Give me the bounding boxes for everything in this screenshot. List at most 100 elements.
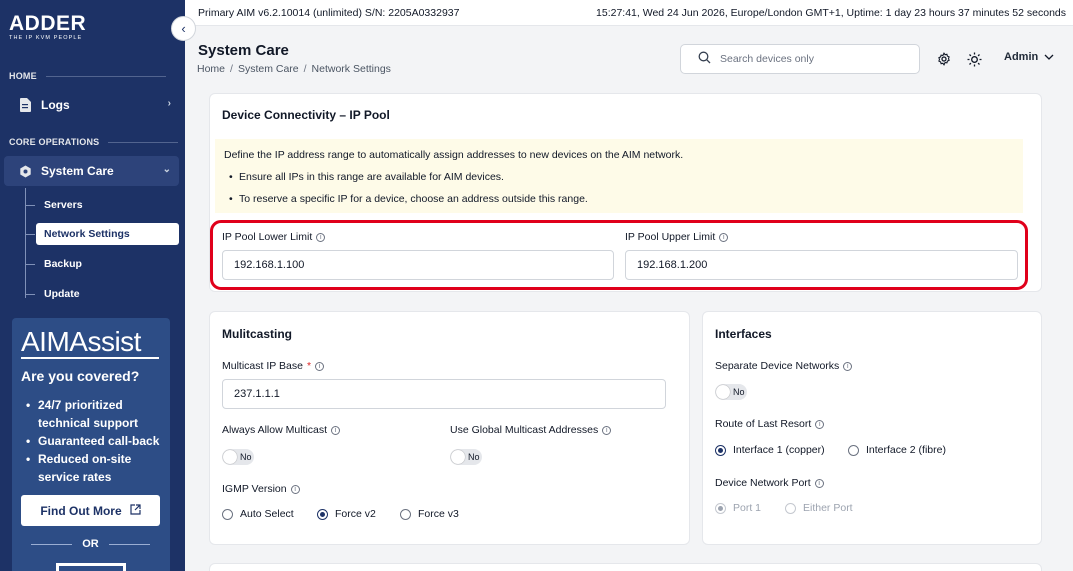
igmp-force-v3-radio[interactable]: Force v3	[400, 508, 459, 520]
sidebar-item-logs-label: Logs	[41, 98, 70, 112]
device-network-port-label-text: Device Network Port	[715, 477, 811, 489]
route-last-resort-label-text: Route of Last Resort	[715, 418, 812, 430]
external-link-icon	[130, 503, 141, 518]
info-icon[interactable]: i	[290, 484, 300, 494]
toggle-label: No	[733, 387, 745, 397]
info-icon[interactable]: i	[815, 419, 825, 429]
adder-logo[interactable]: ADDER THE IP KVM PEOPLE	[9, 12, 87, 41]
user-name: Admin	[1004, 51, 1039, 63]
toggle-knob	[716, 385, 730, 399]
ip-pool-highlight	[210, 220, 1028, 290]
radio-dot	[715, 444, 726, 456]
promo-heading: Are you covered?	[21, 368, 140, 384]
always-allow-label: Always Allow Multicast i	[222, 424, 341, 436]
info-icon[interactable]: i	[602, 425, 612, 435]
document-icon	[18, 98, 32, 112]
radio-dot	[317, 508, 328, 520]
info-bullet: To reserve a specific IP for a device, c…	[224, 193, 1014, 205]
tree-tick	[25, 234, 35, 235]
sun-icon[interactable]	[966, 51, 982, 67]
gear-icon	[18, 164, 32, 178]
info-bullet: Ensure all IPs in this range are availab…	[224, 171, 1014, 183]
toggle-knob	[223, 450, 237, 464]
info-icon[interactable]: i	[814, 478, 824, 488]
user-menu[interactable]: Admin	[1004, 51, 1054, 63]
sidebar-subitem-servers[interactable]: Servers	[36, 194, 83, 216]
sidebar-item-logs[interactable]: Logs ›	[4, 90, 179, 120]
interfaces-title: Interfaces	[715, 327, 772, 341]
tree-tick	[25, 205, 35, 206]
chevron-down-icon	[1044, 51, 1054, 63]
sidebar-subitem-network-settings[interactable]: Network Settings	[36, 223, 179, 245]
breadcrumb-separator: /	[230, 63, 233, 75]
divider	[45, 75, 166, 77]
route-last-resort-label: Route of Last Resort i	[715, 418, 825, 430]
breadcrumb-system-care[interactable]: System Care	[238, 63, 299, 75]
aimassist-promo: AIMAssist Are you covered? 24/7 prioriti…	[12, 318, 170, 571]
info-text: Define the IP address range to automatic…	[224, 149, 684, 161]
global-multicast-toggle[interactable]: No	[450, 449, 482, 465]
sidebar-collapse-button[interactable]: ‹	[171, 16, 196, 41]
chevron-down-icon: ⌄	[162, 164, 171, 175]
separate-networks-label-text: Separate Device Networks	[715, 360, 840, 372]
find-out-more-label: Find Out More	[40, 503, 122, 518]
system-info: Primary AIM v6.2.10014 (unlimited) S/N: …	[198, 6, 460, 19]
ip-pool-info: Define the IP address range to automatic…	[215, 139, 1023, 213]
radio-label: Force v2	[335, 508, 376, 520]
qr-code-icon	[56, 563, 126, 571]
promo-bullets: 24/7 prioritized technical support Guara…	[21, 396, 166, 486]
radio-dot	[222, 508, 233, 520]
settings-icon[interactable]	[936, 51, 952, 67]
promo-bullet: Guaranteed call-back	[21, 432, 166, 450]
always-allow-toggle[interactable]: No	[222, 449, 254, 465]
separate-networks-toggle[interactable]: No	[715, 384, 747, 400]
igmp-auto-radio[interactable]: Auto Select	[222, 508, 294, 520]
always-allow-label-text: Always Allow Multicast	[222, 424, 328, 436]
chevron-right-icon: ›	[167, 98, 171, 109]
multicast-base-label: Multicast IP Base * i	[222, 360, 325, 372]
info-icon[interactable]: i	[843, 361, 853, 371]
search-input[interactable]: Search devices only	[680, 44, 920, 74]
page-title: System Care	[198, 42, 289, 59]
info-icon[interactable]: i	[315, 361, 325, 371]
route-interface1-radio[interactable]: Interface 1 (copper)	[715, 444, 825, 456]
radio-label: Interface 2 (fibre)	[866, 444, 946, 456]
find-out-more-button[interactable]: Find Out More	[21, 495, 160, 526]
sidebar: ADDER THE IP KVM PEOPLE HOME Logs › CORE…	[0, 0, 185, 571]
divider	[108, 141, 179, 143]
promo-bullet: Reduced on-site service rates	[21, 450, 166, 486]
sidebar-item-system-care-label: System Care	[41, 164, 114, 178]
multicasting-title: Mulitcasting	[222, 327, 293, 341]
multicast-base-input[interactable]: 237.1.1.1	[222, 379, 666, 409]
global-multicast-label: Use Global Multicast Addresses i	[450, 424, 612, 436]
section-core-operations: CORE OPERATIONS	[9, 137, 179, 147]
tree-tick	[25, 264, 35, 265]
igmp-force-v2-radio[interactable]: Force v2	[317, 508, 376, 520]
sidebar-subitem-backup[interactable]: Backup	[36, 253, 82, 275]
or-divider: OR	[21, 538, 160, 550]
status-bar: Primary AIM v6.2.10014 (unlimited) S/N: …	[185, 0, 1073, 26]
toggle-label: No	[240, 452, 252, 462]
aimassist-logo: AIMAssist	[21, 326, 141, 357]
divider	[31, 543, 73, 545]
section-home: HOME	[9, 71, 166, 81]
tree-tick	[25, 294, 35, 295]
separate-networks-label: Separate Device Networks i	[715, 360, 853, 372]
route-interface2-radio[interactable]: Interface 2 (fibre)	[848, 444, 946, 456]
info-icon[interactable]: i	[331, 425, 341, 435]
radio-label: Force v3	[418, 508, 459, 520]
aimassist-underline	[21, 357, 159, 359]
sidebar-item-system-care[interactable]: System Care ⌄	[4, 156, 179, 186]
multicasting-card: Mulitcasting Multicast IP Base * i 237.1…	[209, 311, 690, 545]
either-port-radio[interactable]: Either Port	[785, 502, 853, 514]
sidebar-subitem-update[interactable]: Update	[36, 283, 80, 305]
breadcrumb-home[interactable]: Home	[197, 63, 225, 75]
logo-word: ADDER	[9, 12, 87, 35]
port-1-radio[interactable]: Port 1	[715, 502, 761, 514]
breadcrumb-network-settings: Network Settings	[311, 63, 391, 75]
system-clock-uptime: 15:27:41, Wed 24 Jun 2026, Europe/London…	[596, 6, 1066, 19]
section-core-label: CORE OPERATIONS	[9, 137, 100, 147]
radio-dot	[715, 502, 726, 514]
multicast-base-label-text: Multicast IP Base	[222, 360, 303, 372]
info-bullets: Ensure all IPs in this range are availab…	[224, 171, 1014, 205]
